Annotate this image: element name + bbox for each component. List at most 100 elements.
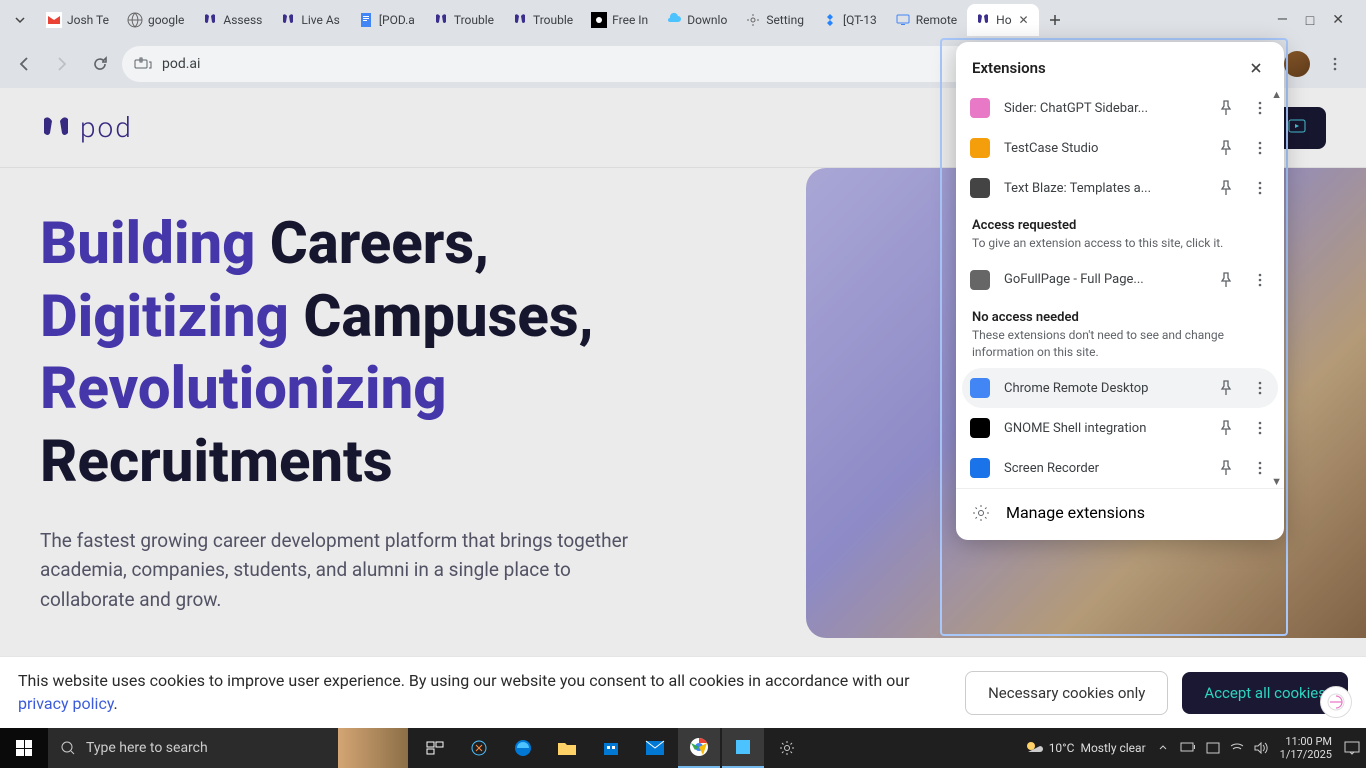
browser-tab[interactable]: Remote: [887, 4, 965, 36]
edge-icon[interactable]: [502, 728, 544, 768]
pin-icon[interactable]: [1216, 420, 1236, 436]
tray-chevron-icon[interactable]: [1158, 743, 1168, 753]
chrome-icon[interactable]: [678, 728, 720, 768]
site-logo[interactable]: pod: [40, 111, 133, 144]
tab-favicon-icon: [202, 12, 218, 28]
logo-text: pod: [80, 111, 133, 144]
browser-tab[interactable]: Ho✕: [967, 4, 1038, 36]
notifications-icon[interactable]: [1344, 741, 1360, 755]
start-button[interactable]: [0, 728, 48, 768]
necessary-cookies-button[interactable]: Necessary cookies only: [965, 671, 1168, 715]
access-requested-subtext: To give an extension access to this site…: [956, 235, 1284, 260]
extensions-close-button[interactable]: [1244, 56, 1268, 80]
extension-item[interactable]: GoFullPage - Full Page...: [956, 260, 1284, 300]
tab-favicon-icon: [280, 12, 296, 28]
more-icon[interactable]: [1250, 101, 1270, 115]
weather-widget[interactable]: 10°C Mostly clear: [1023, 738, 1146, 758]
taskbar-search[interactable]: Type here to search: [48, 728, 338, 768]
site-info-icon[interactable]: [134, 57, 152, 71]
extension-item[interactable]: Text Blaze: Templates a...: [956, 168, 1284, 208]
browser-tab[interactable]: Trouble: [504, 4, 581, 36]
task-view-icon[interactable]: [414, 728, 456, 768]
browser-tab[interactable]: [POD.a: [350, 4, 423, 36]
app-icon[interactable]: [722, 728, 764, 768]
cookie-banner: This website uses cookies to improve use…: [0, 656, 1366, 728]
extension-item[interactable]: GNOME Shell integration: [956, 408, 1284, 448]
taskbar-widget[interactable]: [338, 728, 408, 768]
more-icon[interactable]: [1250, 273, 1270, 287]
wifi-icon[interactable]: [1230, 742, 1244, 754]
pin-icon[interactable]: [1216, 272, 1236, 288]
browser-tab[interactable]: [QT-13: [814, 4, 885, 36]
explorer-icon[interactable]: [546, 728, 588, 768]
pin-icon[interactable]: [1216, 380, 1236, 396]
more-icon[interactable]: [1250, 141, 1270, 155]
extension-item[interactable]: Chrome Remote Desktop: [962, 368, 1278, 408]
tab-favicon-icon: [975, 12, 991, 28]
system-tray: 10°C Mostly clear 11:00 PM 1/17/2025: [1023, 735, 1366, 761]
taskbar-apps: [414, 728, 808, 768]
browser-tab[interactable]: Josh Te: [38, 4, 117, 36]
browser-tab[interactable]: Assess: [194, 4, 270, 36]
maximize-button[interactable]: □: [1306, 12, 1314, 29]
tab-title: [POD.a: [379, 13, 415, 27]
tab-search-dropdown[interactable]: [8, 8, 32, 32]
assistant-bubble[interactable]: [1320, 686, 1352, 718]
browser-tab[interactable]: Live As: [272, 4, 347, 36]
browser-tab[interactable]: Setting: [737, 4, 812, 36]
tab-close-icon[interactable]: ✕: [1017, 13, 1031, 27]
more-icon[interactable]: [1250, 421, 1270, 435]
browser-tab[interactable]: Trouble: [425, 4, 502, 36]
tab-title: Josh Te: [67, 13, 109, 27]
cookie-text: This website uses cookies to improve use…: [18, 670, 951, 715]
volume-icon[interactable]: [1254, 742, 1268, 754]
pin-icon[interactable]: [1216, 460, 1236, 476]
more-icon[interactable]: [1250, 381, 1270, 395]
scroll-down-arrow[interactable]: ▼: [1271, 475, 1282, 488]
tab-favicon-icon: [512, 12, 528, 28]
extension-item[interactable]: TestCase Studio: [956, 128, 1284, 168]
tab-favicon-icon: [822, 12, 838, 28]
extension-icon: [970, 458, 990, 478]
browser-tab[interactable]: Free In: [583, 4, 656, 36]
taskbar-clock[interactable]: 11:00 PM 1/17/2025: [1280, 735, 1332, 761]
extension-name: TestCase Studio: [1004, 141, 1202, 156]
window-controls: — □ ✕: [1277, 12, 1362, 29]
privacy-policy-link[interactable]: privacy policy: [18, 694, 114, 713]
manage-extensions-button[interactable]: Manage extensions: [956, 488, 1284, 536]
mail-icon[interactable]: [634, 728, 676, 768]
no-access-subtext: These extensions don't need to see and c…: [956, 327, 1284, 369]
pin-icon[interactable]: [1216, 180, 1236, 196]
close-window-button[interactable]: ✕: [1332, 12, 1344, 29]
minimize-button[interactable]: —: [1277, 12, 1288, 29]
scroll-up-arrow[interactable]: ▲: [1271, 88, 1282, 101]
pin-icon[interactable]: [1216, 100, 1236, 116]
extension-icon: [970, 138, 990, 158]
no-access-heading: No access needed: [956, 300, 1284, 327]
extension-name: Chrome Remote Desktop: [1004, 381, 1202, 396]
copilot-icon[interactable]: [458, 728, 500, 768]
back-button[interactable]: [8, 48, 40, 80]
more-icon[interactable]: [1250, 461, 1270, 475]
tab-strip: Josh Te googleAssessLive As [POD.a TroubleT…: [0, 0, 1366, 40]
new-tab-button[interactable]: [1041, 6, 1069, 34]
extension-item[interactable]: Sider: ChatGPT Sidebar...: [956, 88, 1284, 128]
browser-tab[interactable]: Downlo: [658, 4, 735, 36]
forward-button[interactable]: [46, 48, 78, 80]
pin-icon[interactable]: [1216, 140, 1236, 156]
browser-tab[interactable]: google: [119, 4, 192, 36]
profile-avatar[interactable]: [1284, 51, 1310, 77]
battery-icon[interactable]: [1180, 742, 1196, 754]
reload-button[interactable]: [84, 48, 116, 80]
extension-item[interactable]: Screen Recorder: [956, 448, 1284, 488]
store-icon[interactable]: [590, 728, 632, 768]
more-icon[interactable]: [1250, 181, 1270, 195]
tab-favicon-icon: [895, 12, 911, 28]
url-text: pod.ai: [162, 56, 200, 72]
tab-favicon-icon: [46, 12, 62, 28]
chrome-menu-button[interactable]: [1320, 49, 1350, 79]
tab-favicon-icon: [433, 12, 449, 28]
settings-icon[interactable]: [766, 728, 808, 768]
network-icon[interactable]: [1206, 742, 1220, 754]
tab-title: Downlo: [687, 13, 727, 27]
